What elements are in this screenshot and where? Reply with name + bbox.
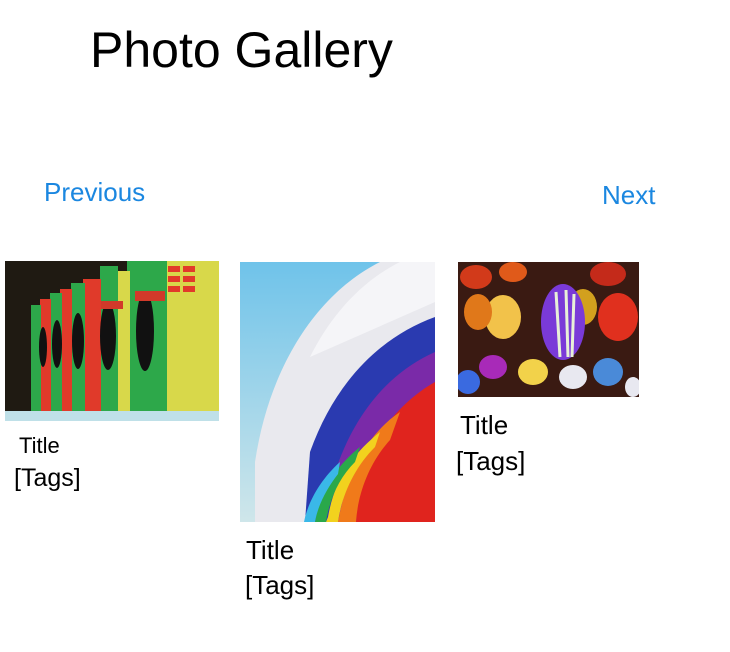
gallery-item: Title [Tags] (240, 262, 435, 600)
previous-link[interactable]: Previous (44, 177, 145, 207)
page-title: Photo Gallery (90, 22, 393, 78)
lanterns-photo[interactable] (458, 262, 639, 397)
photo-title: Title (460, 410, 509, 440)
photo-tags: [Tags] (245, 570, 315, 600)
hot-air-balloon-photo[interactable] (240, 262, 435, 522)
next-link[interactable]: Next (602, 180, 655, 210)
gallery-item: Title [Tags] (5, 261, 219, 492)
photo-title: Title (19, 433, 60, 458)
gallery-item: Title [Tags] (456, 262, 639, 476)
payphones-photo[interactable] (5, 261, 219, 421)
photo-title: Title (246, 535, 295, 565)
photo-tags: [Tags] (14, 464, 81, 492)
photo-tags: [Tags] (456, 446, 526, 476)
